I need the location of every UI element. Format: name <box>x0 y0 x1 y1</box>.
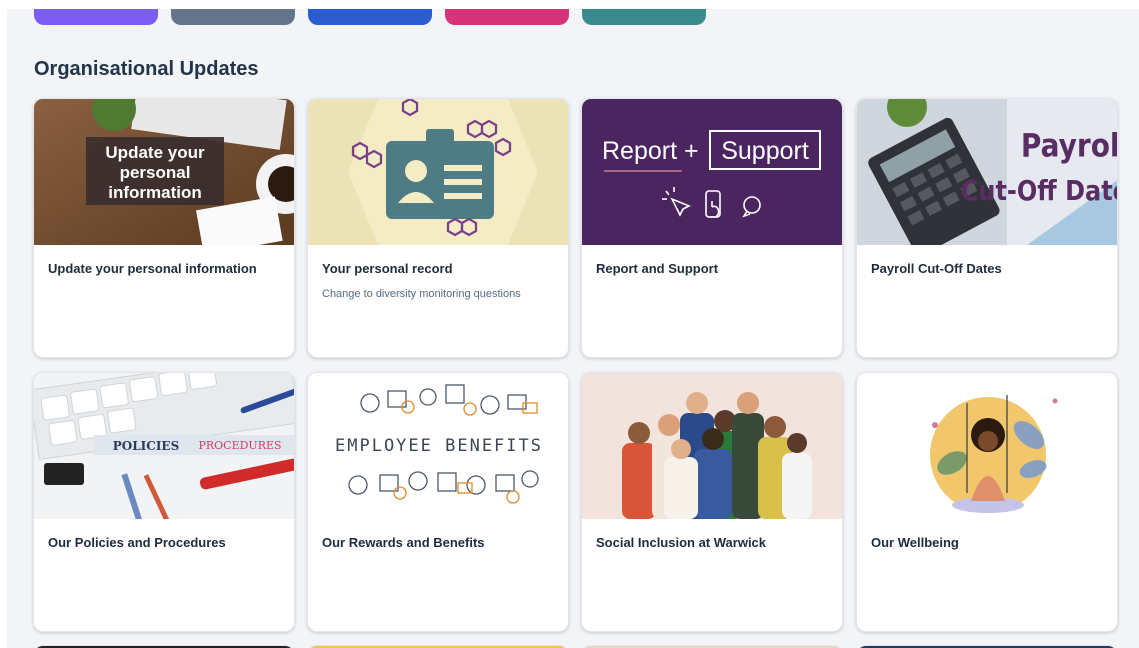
card-image <box>857 373 1117 519</box>
card-image: Update your personal information <box>34 99 294 245</box>
card-image: Payroll Cut-Off Dates <box>857 99 1117 245</box>
card-title: Your personal record <box>322 261 453 276</box>
image-text-line-2: personal <box>120 163 191 182</box>
image-text-dates: Cut-Off Dates <box>961 176 1117 208</box>
card-update-personal-information[interactable]: Update your personal information Update … <box>33 98 295 358</box>
card-report-and-support[interactable]: Report + Support Report and Support <box>581 98 843 358</box>
card-image <box>582 373 842 519</box>
category-pill-5[interactable] <box>582 9 706 25</box>
card-title: Social Inclusion at Warwick <box>596 535 767 550</box>
image-text-line-1: Update your <box>105 143 205 162</box>
card-our-rewards-and-benefits[interactable]: EMPLOYEE BENEFITS Our Rewards and Benefi… <box>307 372 569 632</box>
card-image <box>308 99 568 245</box>
category-pill-2[interactable] <box>171 9 295 25</box>
card-image: EMPLOYEE BENEFITS <box>308 373 568 519</box>
category-pill-4[interactable] <box>445 9 569 25</box>
card-title: Report and Support <box>596 261 719 276</box>
card-social-inclusion-at-warwick[interactable]: Social Inclusion at Warwick <box>581 372 843 632</box>
image-text-report: Report + <box>602 137 699 165</box>
image-text-policies: POLICIES <box>113 439 180 453</box>
card-payroll-cut-off-dates[interactable]: Payroll Cut-Off Dates Payroll Cut-Off Da… <box>856 98 1118 358</box>
image-text-payroll: Payroll <box>1021 128 1117 165</box>
page-background: Organisational Updates Update your perso <box>7 9 1139 648</box>
image-text-procedures: PROCEDURES <box>198 439 281 452</box>
card-title: Payroll Cut-Off Dates <box>871 261 1002 276</box>
card-image: POLICIES PROCEDURES <box>34 373 294 519</box>
card-title: Our Rewards and Benefits <box>322 535 485 550</box>
image-text-support: Support <box>721 137 809 165</box>
card-subtitle: Change to diversity monitoring questions <box>322 288 521 300</box>
card-image: Report + Support <box>582 99 842 245</box>
image-text-benefits: EMPLOYEE BENEFITS <box>335 436 543 456</box>
card-title: Update your personal information <box>48 261 257 276</box>
image-text-line-3: information <box>108 183 202 202</box>
card-our-policies-and-procedures[interactable]: POLICIES PROCEDURES Our Policies and Pro… <box>33 372 295 632</box>
card-your-personal-record[interactable]: Your personal record Change to diversity… <box>307 98 569 358</box>
card-our-wellbeing[interactable]: Our Wellbeing <box>856 372 1118 632</box>
category-pill-3[interactable] <box>308 9 432 25</box>
card-title: Our Wellbeing <box>871 535 959 550</box>
section-title: Organisational Updates <box>34 58 259 80</box>
card-title: Our Policies and Procedures <box>48 535 226 550</box>
category-pill-1[interactable] <box>34 9 158 25</box>
